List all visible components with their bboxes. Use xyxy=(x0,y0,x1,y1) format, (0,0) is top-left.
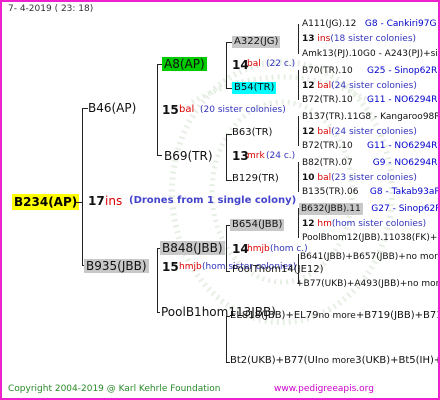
gen4-code-4: G25 - Sinop62R xyxy=(367,66,438,76)
gen3-bt2-label: Bt2(UKB)+B77(UI xyxy=(230,355,318,366)
gen1-num-1: 15 xyxy=(162,103,179,117)
gen4-row-2: 13 ins(18 sister colonies) xyxy=(302,35,416,44)
gen4-num-5: 12 xyxy=(302,81,315,91)
gen3-colony-b63[interactable]: B63(TR) xyxy=(232,128,272,138)
header-date: 7- 4-2019 ( 23: 18) xyxy=(8,4,94,14)
gen4-id-9: B72(TR).10 xyxy=(302,141,353,151)
gen4-row-6[interactable]: B72(TR).10 G11 - NO6294R xyxy=(302,96,437,105)
gen3-el818-suffix: no more xyxy=(318,311,356,321)
pedigree-frame: 7- 4-2019 ( 23: 18) B234(AP) 17 ins (Dro… xyxy=(0,0,440,400)
gen4-sis-5: (24 sister colonies) xyxy=(331,81,417,91)
gen4-code-10: G9 - NO6294R xyxy=(372,158,438,168)
gen4-id-6: B72(TR).10 xyxy=(302,95,353,105)
footer-site-link[interactable]: www.pedigreeapis.org xyxy=(274,385,374,394)
gen4-num-11: 10 xyxy=(302,173,315,183)
gen3-colony-b129[interactable]: B129(TR) xyxy=(232,174,279,184)
gen4-code-9: G11 - NO6294R xyxy=(367,141,438,151)
gen4-row-4[interactable]: B70(TR).10 G25 - Sinop62R xyxy=(302,67,437,76)
gen3-el818-label: EL818(JBB)+EL79 xyxy=(230,310,319,321)
gen2-trait-2: mrk xyxy=(247,151,265,161)
gen4-num-14: 12 xyxy=(302,219,315,229)
gen4-row-16[interactable]: B641(JBB)+B657(JBB)+no more xyxy=(300,253,438,262)
drone-note: (Drones from 1 single colony) xyxy=(129,195,297,206)
gen1-colony-b46[interactable]: B46(AP) xyxy=(88,102,136,114)
gen4-num-8: 12 xyxy=(302,127,315,137)
gen3-colony-el818[interactable]: EL818(JBB)+EL79no more+B719(JBB)+B717 xyxy=(230,310,440,321)
gen4-row-15[interactable]: PoolBhom12(JBB).11038(FK)+3 xyxy=(302,234,438,243)
gen4-row-14: 12 hm(hom sister colonies) xyxy=(302,220,426,229)
gen3-colony-b654[interactable]: B654(JBB) xyxy=(230,219,285,231)
gen4-id-1: A111(JG).12 xyxy=(302,19,357,29)
gen2-colony-a8[interactable]: A8(AP) xyxy=(162,57,207,71)
root-num: 17 xyxy=(88,194,105,208)
gen4-row-5: 12 bal(24 sister colonies) xyxy=(302,82,417,91)
gen1-trait-1: bal xyxy=(179,104,195,115)
gen4-num-2: 13 xyxy=(302,34,315,44)
gen4-id-13: B632(JBB).11 xyxy=(299,203,363,215)
gen4-trait-2: ins xyxy=(317,34,331,44)
gen4-sis-8: (24 sister colonies) xyxy=(331,127,417,137)
gen3-colony-poolthom[interactable]: PoolThom14(JE12) xyxy=(232,265,324,275)
gen3-bt2-suffix: no more xyxy=(317,356,356,366)
gen1-sis-1: (20 sister colonies) xyxy=(200,105,286,115)
gen3-bt2-tail: 3(UKB)+Bt5(IH)+Bt xyxy=(355,355,438,366)
gen4-trait-8: bal xyxy=(317,127,332,137)
gen4-row-8: 12 bal(24 sister colonies) xyxy=(302,128,417,137)
gen4-id-12: B135(TR).06 xyxy=(302,187,359,197)
gen4-id-10: B82(TR).07 xyxy=(302,158,353,168)
gen4-id-4: B70(TR).10 xyxy=(302,66,353,76)
gen4-sis-14: (hom sister colonies) xyxy=(331,219,427,229)
gen1-colony-b935[interactable]: B935(JBB) xyxy=(84,259,149,273)
gen2-trait-3: hmjb xyxy=(247,244,270,254)
gen4-row-12[interactable]: B135(TR).06 G8 - Takab93aR xyxy=(302,187,440,197)
gen4-row-1[interactable]: A111(JG).12 G8 - Cankiri97G xyxy=(302,20,436,29)
root-colony[interactable]: B234(AP) xyxy=(12,194,80,210)
gen2-colony-b69[interactable]: B69(TR) xyxy=(164,150,213,162)
gen3-colony-b54[interactable]: B54(TR) xyxy=(232,82,277,94)
gen2-trait-1: bal xyxy=(247,59,261,69)
gen4-trait-14: hm xyxy=(317,219,332,229)
gen4-code-13: G27 - Sinop62R xyxy=(371,204,440,214)
gen4-sis-11: (23 sister colonies) xyxy=(331,173,417,183)
gen2-sis-1: (22 c.) xyxy=(266,59,296,69)
gen4-trait-11: bal xyxy=(317,173,332,183)
gen3-colony-bt2[interactable]: Bt2(UKB)+B77(UIno more3(UKB)+Bt5(IH)+Bt xyxy=(230,355,438,366)
gen4-row-10[interactable]: B82(TR).07 G9 - NO6294R xyxy=(302,159,437,168)
gen3-colony-a322[interactable]: A322(JG) xyxy=(232,36,281,48)
gen4-row-17[interactable]: +B77(UKB)+A493(JBB)+no more xyxy=(296,280,438,289)
root-trait: ins xyxy=(105,194,123,208)
gen2-sis-2: (24 c.) xyxy=(266,151,296,161)
gen1-num-2: 15 xyxy=(162,260,179,274)
gen4-row-13[interactable]: B632(JBB).11 G27 - Sinop62R xyxy=(299,203,440,215)
gen4-row-7[interactable]: B137(TR).11G8 - Kangaroo98R xyxy=(302,113,438,122)
gen4-sis-2: (18 sister colonies) xyxy=(330,34,417,44)
gen3-el818-tail: +B719(JBB)+B717 xyxy=(355,310,440,321)
gen2-colony-b848[interactable]: B848(JBB) xyxy=(160,241,225,255)
gen1-trait-2: hmjb xyxy=(179,262,202,272)
footer-copyright: Copyright 2004-2019 @ Karl Kehrle Founda… xyxy=(8,384,221,394)
gen4-code-6: G11 - NO6294R xyxy=(367,95,438,105)
gen4-trait-5: bal xyxy=(317,81,332,91)
gen4-row-11: 10 bal(23 sister colonies) xyxy=(302,174,417,183)
gen4-row-3[interactable]: Amk13(PJ).10G0 - A243(PJ)+si xyxy=(302,50,438,59)
gen4-code-1: G8 - Cankiri97G xyxy=(364,19,437,29)
gen4-row-9[interactable]: B72(TR).10 G11 - NO6294R xyxy=(302,142,437,151)
gen4-code-12: G8 - Takab93aR xyxy=(369,187,440,197)
